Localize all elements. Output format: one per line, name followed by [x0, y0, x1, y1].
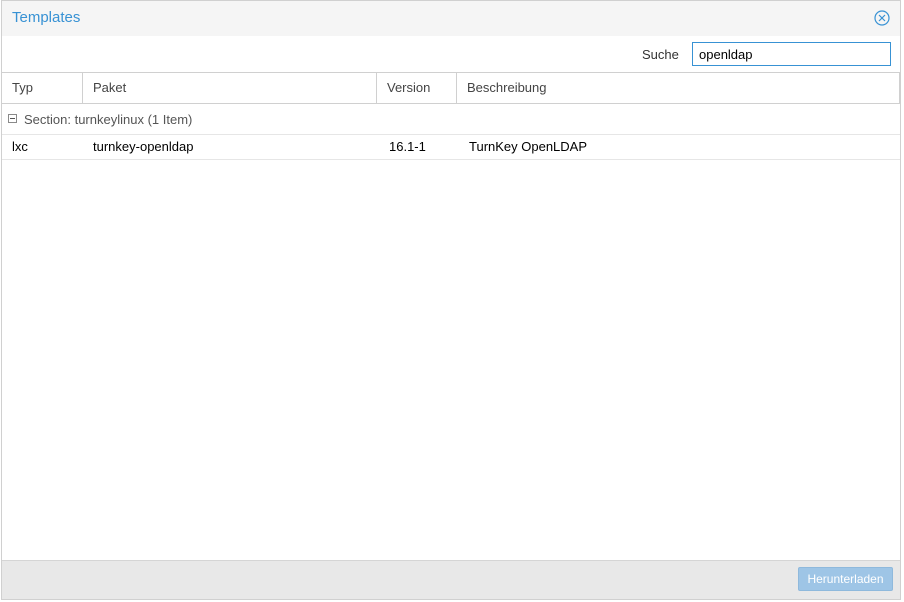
cell-typ: lxc: [12, 139, 28, 154]
group-label: Section: turnkeylinux (1 Item): [24, 112, 193, 127]
group-row-turnkeylinux[interactable]: Section: turnkeylinux (1 Item): [2, 104, 900, 135]
dialog-footer: Herunterladen: [2, 560, 900, 599]
dialog-header: Templates: [2, 1, 900, 36]
column-header-typ[interactable]: Typ: [2, 73, 83, 103]
toolbar: Suche: [2, 36, 900, 72]
column-header-version[interactable]: Version: [377, 73, 457, 103]
cell-paket: turnkey-openldap: [93, 139, 194, 154]
cell-beschreibung: TurnKey OpenLDAP: [469, 139, 588, 154]
dialog-title: Templates: [12, 9, 81, 26]
grid-header: Typ Paket Version Beschreibung: [2, 73, 900, 104]
collapse-icon[interactable]: [8, 114, 17, 123]
column-header-paket[interactable]: Paket: [83, 73, 377, 103]
cell-version: 16.1-1: [389, 139, 426, 154]
search-input[interactable]: [692, 42, 891, 66]
templates-grid: Typ Paket Version Beschreibung Section: …: [2, 72, 900, 561]
close-icon[interactable]: [874, 10, 890, 26]
search-label: Suche: [642, 47, 679, 62]
download-button[interactable]: Herunterladen: [798, 567, 893, 591]
column-header-beschreibung[interactable]: Beschreibung: [457, 73, 900, 103]
templates-dialog: Templates Suche Typ Paket Version Beschr…: [1, 0, 901, 600]
table-row[interactable]: lxc turnkey-openldap 16.1-1 TurnKey Open…: [2, 135, 900, 160]
